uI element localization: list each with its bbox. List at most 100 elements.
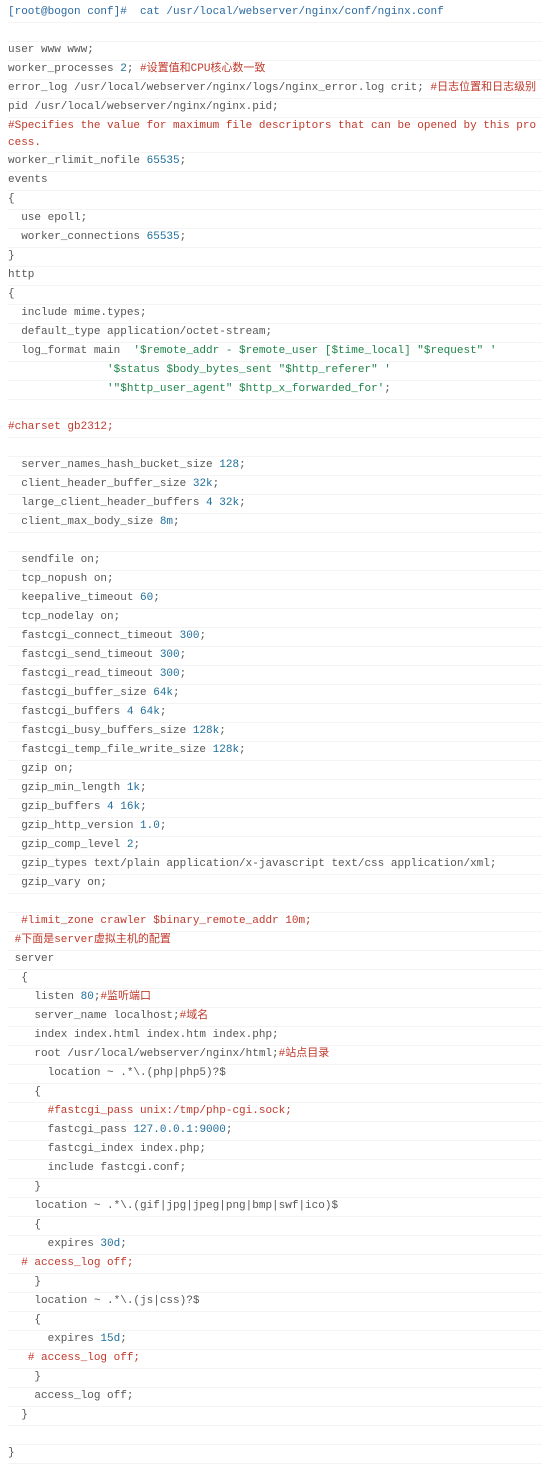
value: 32k [193, 478, 213, 490]
cfg-line: gzip_types text/plain application/x-java… [8, 856, 542, 875]
comment: # access_log off; [8, 1352, 140, 1364]
cfg-line: keepalive_timeout 60; [8, 590, 542, 609]
cfg-line: worker_rlimit_nofile 65535; [8, 153, 542, 172]
cfg-line: } [8, 1179, 542, 1198]
cfg-line: fastcgi_index index.php; [8, 1141, 542, 1160]
key: client_header_buffer_size [8, 478, 193, 490]
string: '$remote_addr - $remote_user [$time_loca… [133, 345, 496, 357]
cfg-line: #下面是server虚拟主机的配置 [8, 932, 542, 951]
semi: ; [226, 1124, 233, 1136]
semi: ; [180, 649, 187, 661]
pad [8, 383, 107, 395]
cfg-line: default_type application/octet-stream; [8, 324, 542, 343]
value: 30d [100, 1238, 120, 1250]
comment: #fastcgi_pass unix:/tmp/php-cgi.sock; [48, 1105, 292, 1117]
key: server_name localhost; [8, 1010, 180, 1022]
value: 4 [107, 801, 114, 813]
cfg-line: location ~ .*\.(php|php5)?$ [8, 1065, 542, 1084]
cfg-line: client_header_buffer_size 32k; [8, 476, 542, 495]
semi: ; [127, 63, 140, 75]
value: 128k [213, 744, 239, 756]
cfg-line: large_client_header_buffers 4 32k; [8, 495, 542, 514]
cfg-line: gzip_buffers 4 16k; [8, 799, 542, 818]
semi: ; [140, 801, 147, 813]
comment: #监听端口 [100, 991, 151, 1003]
key: expires [8, 1333, 100, 1345]
cfg-line: fastcgi_buffers 4 64k; [8, 704, 542, 723]
cfg-line: expires 15d; [8, 1331, 542, 1350]
cfg-line: } [8, 248, 542, 267]
semi: ; [140, 782, 147, 794]
value: 128 [219, 459, 239, 471]
blank-line [8, 400, 542, 419]
comment: #limit_zone crawler $binary_remote_addr … [21, 915, 311, 927]
key: fastcgi_read_timeout [8, 668, 160, 680]
value: 8m [160, 516, 173, 528]
cfg-line: log_format main '$remote_addr - $remote_… [8, 343, 542, 362]
cfg-line: server_names_hash_bucket_size 128; [8, 457, 542, 476]
key: fastcgi_buffer_size [8, 687, 153, 699]
key: server_names_hash_bucket_size [8, 459, 219, 471]
key: worker_connections [8, 231, 147, 243]
prompt-text: [root@bogon conf]# cat /usr/local/webser… [8, 6, 444, 18]
value: 64k [140, 706, 160, 718]
key: worker_rlimit_nofile [8, 155, 147, 167]
cfg-line: { [8, 1084, 542, 1103]
cfg-line: fastcgi_temp_file_write_size 128k; [8, 742, 542, 761]
value: 300 [160, 649, 180, 661]
semi: ; [239, 497, 246, 509]
cfg-line: fastcgi_read_timeout 300; [8, 666, 542, 685]
semi: ; [120, 1333, 127, 1345]
value: 127.0.0.1:9000 [133, 1124, 225, 1136]
key: fastcgi_busy_buffers_size [8, 725, 193, 737]
semi: ; [133, 839, 140, 851]
cfg-line: include fastcgi.conf; [8, 1160, 542, 1179]
cfg-line: gzip_comp_level 2; [8, 837, 542, 856]
cfg-line: # access_log off; [8, 1350, 542, 1369]
cfg-line: fastcgi_buffer_size 64k; [8, 685, 542, 704]
cfg-line: '"$http_user_agent" $http_x_forwarded_fo… [8, 381, 542, 400]
cfg-line: access_log off; [8, 1388, 542, 1407]
semi: ; [213, 478, 220, 490]
cfg-line: gzip_vary on; [8, 875, 542, 894]
value: 16k [120, 801, 140, 813]
cfg-line: tcp_nopush on; [8, 571, 542, 590]
cfg-line: { [8, 1312, 542, 1331]
key: fastcgi_send_timeout [8, 649, 160, 661]
cfg-line: #limit_zone crawler $binary_remote_addr … [8, 913, 542, 932]
cfg-line: client_max_body_size 8m; [8, 514, 542, 533]
blank-line [8, 894, 542, 913]
cfg-line: gzip_http_version 1.0; [8, 818, 542, 837]
cfg-line: gzip on; [8, 761, 542, 780]
blank-line [8, 23, 542, 42]
cfg-line: index index.html index.htm index.php; [8, 1027, 542, 1046]
value: 60 [140, 592, 153, 604]
key: gzip_min_length [8, 782, 127, 794]
key: large_client_header_buffers [8, 497, 206, 509]
semi: ; [239, 459, 246, 471]
cfg-line: # access_log off; [8, 1255, 542, 1274]
cfg-line: #charset gb2312; [8, 419, 542, 438]
cfg-line: events [8, 172, 542, 191]
cfg-line: root /usr/local/webserver/nginx/html;#站点… [8, 1046, 542, 1065]
cfg-line: user www www; [8, 42, 542, 61]
key: keepalive_timeout [8, 592, 140, 604]
cfg-line: fastcgi_send_timeout 300; [8, 647, 542, 666]
semi: ; [173, 687, 180, 699]
cfg-line: fastcgi_connect_timeout 300; [8, 628, 542, 647]
pad [8, 1105, 48, 1117]
string: '"$http_user_agent" $http_x_forwarded_fo… [107, 383, 384, 395]
key: gzip_buffers [8, 801, 107, 813]
cfg-line: fastcgi_pass 127.0.0.1:9000; [8, 1122, 542, 1141]
cfg-line: http [8, 267, 542, 286]
cfg-line: pid /usr/local/webserver/nginx/nginx.pid… [8, 99, 542, 118]
key: worker_processes [8, 63, 120, 75]
cfg-line: { [8, 191, 542, 210]
string: '$status $body_bytes_sent "$http_referer… [107, 364, 391, 376]
key: fastcgi_temp_file_write_size [8, 744, 213, 756]
cfg-line: } [8, 1369, 542, 1388]
pad [8, 915, 21, 927]
value: 80 [81, 991, 94, 1003]
value: 1k [127, 782, 140, 794]
blank-line [8, 533, 542, 552]
